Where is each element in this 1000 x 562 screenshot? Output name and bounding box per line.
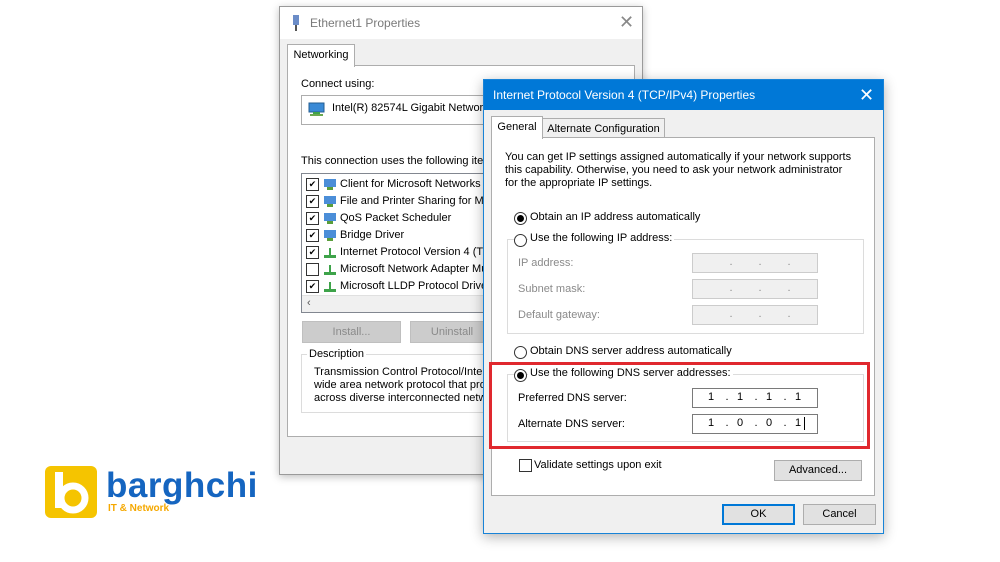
adapter-name: Intel(R) 82574L Gigabit Network <box>332 102 489 114</box>
description-line: Transmission Control Protocol/Intern <box>314 366 493 378</box>
logo-tagline: IT & Network <box>108 503 170 514</box>
description-title: Description <box>307 348 367 360</box>
default-gateway-input[interactable]: ... <box>692 305 818 325</box>
protocol-icon <box>324 281 336 292</box>
tab-alternate-configuration[interactable]: Alternate Configuration <box>542 118 665 139</box>
obtain-dns-auto-label[interactable]: Obtain DNS server address automatically <box>530 345 732 357</box>
ip-address-label: IP address: <box>518 257 574 269</box>
adapter-field: Intel(R) 82574L Gigabit Network <box>301 95 493 125</box>
network-adapter-icon <box>293 15 299 31</box>
items-label: This connection uses the following item <box>301 155 493 167</box>
window-title: Ethernet1 Properties <box>310 16 421 30</box>
description-line: wide area network protocol that prov <box>314 379 492 391</box>
close-icon[interactable]: ✕ <box>619 13 634 31</box>
sharing-icon <box>324 195 336 207</box>
info-line: this capability. Otherwise, you need to … <box>505 164 843 176</box>
obtain-ip-auto-label[interactable]: Obtain an IP address automatically <box>530 211 700 223</box>
protocol-icon <box>324 264 336 275</box>
use-following-ip-radio[interactable] <box>514 234 527 247</box>
items-list[interactable]: ✔ Client for Microsoft Networks ✔ File and… <box>301 173 493 313</box>
horizontal-scrollbar[interactable]: ‹ <box>302 295 492 312</box>
subnet-mask-label: Subnet mask: <box>518 283 586 295</box>
tab-networking[interactable]: Networking <box>287 44 355 67</box>
install-button[interactable]: Install... <box>302 321 401 343</box>
list-item[interactable]: ✔ QoS Packet Scheduler <box>306 210 451 227</box>
default-gateway-label: Default gateway: <box>518 309 600 321</box>
checkbox[interactable]: ✔ <box>306 194 319 208</box>
validate-checkbox[interactable] <box>519 459 532 472</box>
list-item[interactable]: ✔ Client for Microsoft Networks <box>306 176 481 193</box>
info-line: for the appropriate IP settings. <box>505 177 653 189</box>
checkbox[interactable]: ✔ <box>306 228 319 242</box>
list-item[interactable]: ✔ Internet Protocol Version 4 (TC <box>306 244 491 261</box>
uninstall-button[interactable]: Uninstall <box>410 321 494 343</box>
network-card-icon <box>308 102 325 116</box>
checkbox[interactable]: ✔ <box>306 211 319 225</box>
bridge-icon <box>324 229 336 241</box>
list-item[interactable]: ✔ Microsoft LLDP Protocol Drive <box>306 278 487 295</box>
logo-wordmark: barghchi <box>106 466 258 505</box>
protocol-icon <box>324 247 336 258</box>
list-item[interactable]: Microsoft Network Adapter Mu <box>306 261 487 278</box>
scroll-left-icon[interactable]: ‹ <box>307 297 311 309</box>
list-item[interactable]: ✔ Bridge Driver <box>306 227 404 244</box>
use-following-ip-label[interactable]: Use the following IP address: <box>528 232 675 244</box>
ip-address-input[interactable]: ... <box>692 253 818 273</box>
title-bar: Ethernet1 Properties ✕ <box>280 7 642 39</box>
barghchi-logo-icon <box>45 466 97 518</box>
ok-button[interactable]: OK <box>722 504 795 525</box>
obtain-dns-auto-radio[interactable] <box>514 346 527 359</box>
tab-general[interactable]: General <box>491 116 543 139</box>
ipv4-properties-window: Internet Protocol Version 4 (TCP/IPv4) P… <box>483 79 884 534</box>
cancel-button[interactable]: Cancel <box>803 504 876 525</box>
description-line: across diverse interconnected netwo <box>314 392 493 404</box>
close-icon[interactable]: ✕ <box>859 86 874 104</box>
checkbox[interactable]: ✔ <box>306 279 319 293</box>
dns-highlight-box <box>489 362 870 449</box>
checkbox[interactable]: ✔ <box>306 245 319 259</box>
obtain-ip-auto-radio[interactable] <box>514 212 527 225</box>
checkbox[interactable]: ✔ <box>306 177 319 191</box>
checkbox[interactable] <box>306 262 319 276</box>
subnet-mask-input[interactable]: ... <box>692 279 818 299</box>
title-bar: Internet Protocol Version 4 (TCP/IPv4) P… <box>484 80 883 110</box>
validate-label[interactable]: Validate settings upon exit <box>534 459 662 471</box>
advanced-button[interactable]: Advanced... <box>774 460 862 481</box>
client-icon <box>324 178 336 190</box>
info-line: You can get IP settings assigned automat… <box>505 151 852 163</box>
window-title: Internet Protocol Version 4 (TCP/IPv4) P… <box>493 88 756 102</box>
connect-using-label: Connect using: <box>301 78 375 90</box>
list-item[interactable]: ✔ File and Printer Sharing for Mic <box>306 193 492 210</box>
qos-icon <box>324 212 336 224</box>
